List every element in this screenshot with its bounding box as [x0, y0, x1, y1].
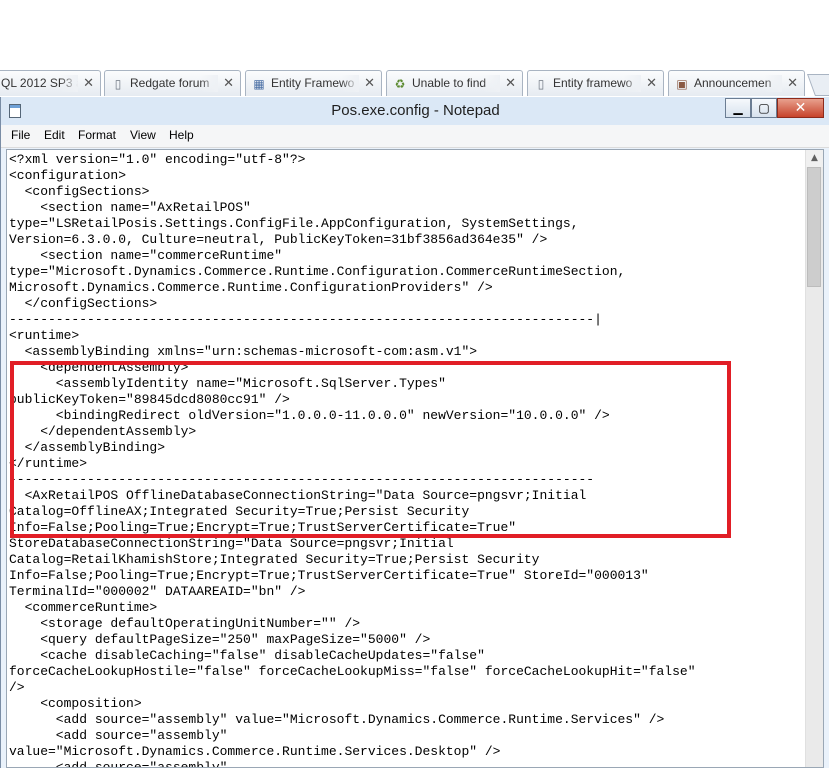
menu-format[interactable]: Format [78, 128, 116, 143]
close-tab-icon[interactable]: ✕ [223, 76, 234, 91]
editor-line: <configSections> [9, 184, 150, 199]
minimize-button[interactable]: ▁ [725, 98, 751, 118]
editor-line: <section name="commerceRuntime" [9, 248, 283, 263]
editor-line: StoreDatabaseConnectionString="Data Sour… [9, 536, 454, 551]
editor-line: <cache disableCaching="false" disableCac… [9, 648, 485, 663]
close-button[interactable]: ✕ [777, 98, 824, 118]
editor-line: <storage defaultOperatingUnitNumber="" /… [9, 616, 361, 631]
tab-fade [764, 75, 782, 92]
text-editor[interactable]: <?xml version="1.0" encoding="utf-8"?> <c… [6, 149, 824, 768]
editor-line: Version=6.3.0.0, Culture=neutral, Public… [9, 232, 548, 247]
browser-tab[interactable]: ▦ Entity Framewo ✕ [245, 70, 382, 96]
menu-view[interactable]: View [130, 128, 156, 143]
tab-fade [623, 75, 641, 92]
editor-line: <configuration> [9, 168, 127, 183]
browser-tab[interactable]: ▯ Redgate forum ✕ [104, 70, 241, 96]
tab-fade [200, 75, 218, 92]
highlight-box [10, 361, 731, 538]
editor-line: Info=False;Pooling=True;Encrypt=True;Tru… [9, 568, 649, 583]
editor-line: <add source="assembly" value="Microsoft.… [9, 712, 665, 727]
title-bar: Pos.exe.config - Notepad ▁ ▢ ✕ [1, 97, 829, 125]
building-icon: ▣ [676, 77, 688, 91]
close-tab-icon[interactable]: ✕ [646, 76, 657, 91]
menu-help[interactable]: Help [169, 128, 194, 143]
close-tab-icon[interactable]: ✕ [364, 76, 375, 91]
browser-tab[interactable]: ▯ Entity framewo ✕ [527, 70, 664, 96]
page-icon: ▯ [537, 77, 545, 91]
recycle-icon: ♻ [394, 77, 406, 91]
close-tab-icon[interactable]: ✕ [505, 76, 516, 91]
new-tab-button[interactable] [806, 74, 829, 96]
browser-tab[interactable]: ▣ Announcemen ✕ [668, 70, 805, 96]
editor-line: <section name="AxRetailPOS" [9, 200, 251, 215]
menu-file[interactable]: File [11, 128, 30, 143]
editor-line: value="Microsoft.Dynamics.Commerce.Runti… [9, 744, 501, 759]
grip-icon [811, 222, 818, 231]
editor-line: <assemblyBinding xmlns="urn:schemas-micr… [9, 344, 478, 359]
menu-edit[interactable]: Edit [44, 128, 65, 143]
page-icon: ▯ [114, 77, 122, 91]
vertical-scrollbar[interactable]: ▲ [805, 150, 823, 767]
tab-fade [482, 75, 500, 92]
scroll-up-icon[interactable]: ▲ [806, 150, 823, 167]
menu-bar: File Edit Format View Help [1, 125, 829, 148]
editor-line: <add source="assembly" [9, 760, 228, 768]
close-tab-icon[interactable]: ✕ [787, 76, 798, 91]
close-tab-icon[interactable]: ✕ [83, 76, 94, 91]
editor-line: <?xml version="1.0" encoding="utf-8"?> [9, 152, 306, 167]
editor-line: <composition> [9, 696, 142, 711]
editor-line: Microsoft.Dynamics.Commerce.Runtime.Conf… [9, 280, 493, 295]
editor-line: <add source="assembly" [9, 728, 228, 743]
editor-line: /> [9, 680, 25, 695]
editor-line: forceCacheLookupHostile="false" forceCac… [9, 664, 696, 679]
notepad-window: Pos.exe.config - Notepad ▁ ▢ ✕ File Edit… [0, 97, 829, 768]
browser-tab-strip: QL 2012 SP3 a ✕ ▯ Redgate forum ✕ ▦ Enti… [0, 68, 829, 98]
editor-line: Catalog=RetailKhamishStore;Integrated Se… [9, 552, 540, 567]
tab-fade [341, 75, 359, 92]
editor-line: <commerceRuntime> [9, 600, 158, 615]
browser-tab[interactable]: ♻ Unable to find ✕ [386, 70, 523, 96]
editor-line: <runtime> [9, 328, 80, 343]
window-title: Pos.exe.config - Notepad [331, 102, 500, 119]
tab-fade [60, 75, 78, 92]
editor-line: ----------------------------------------… [9, 312, 602, 327]
editor-line: <query defaultPageSize="250" maxPageSize… [9, 632, 431, 647]
browser-tab[interactable]: QL 2012 SP3 a ✕ [0, 70, 101, 96]
calendar-icon: ▦ [253, 77, 265, 91]
scroll-thumb[interactable] [807, 167, 821, 287]
editor-line: TerminalId="000002" DATAAREAID="bn" /> [9, 584, 306, 599]
editor-line: </configSections> [9, 296, 158, 311]
editor-line: type="Microsoft.Dynamics.Commerce.Runtim… [9, 264, 626, 279]
maximize-button[interactable]: ▢ [751, 98, 777, 118]
editor-line: type="LSRetailPosis.Settings.ConfigFile.… [9, 216, 579, 231]
